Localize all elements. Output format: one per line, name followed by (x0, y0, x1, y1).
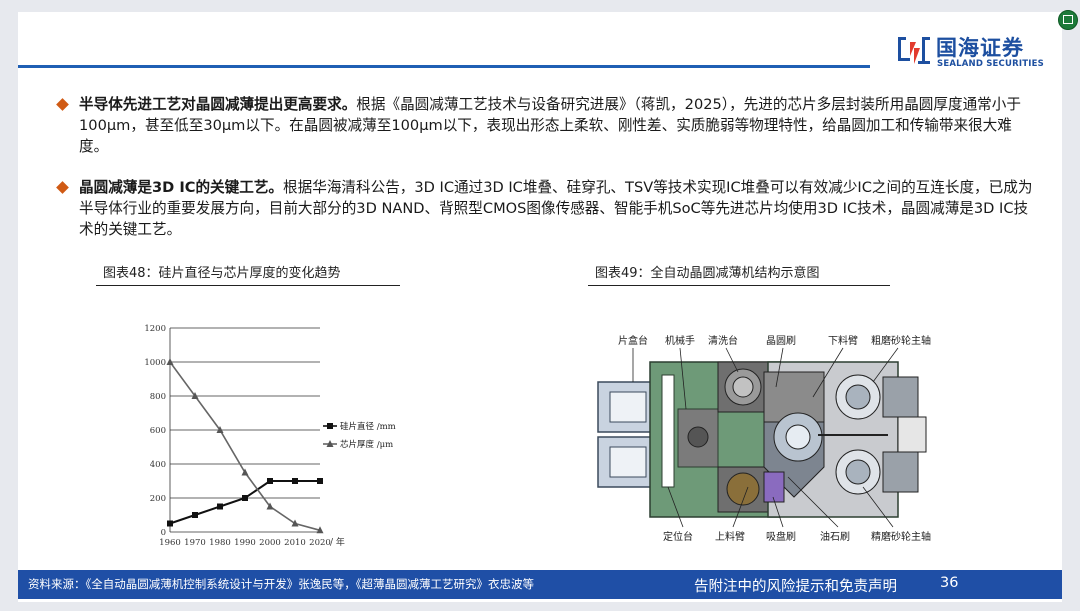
logo-name-cn: 国海证券 (936, 36, 1024, 60)
label-cleaning-stage: 清洗台 (708, 334, 738, 347)
logo-name-en: SEALAND SECURITIES (937, 59, 1044, 69)
legend-label: 硅片直径 /mm (340, 421, 396, 432)
x-tick-label: 1980 (209, 538, 231, 547)
y-tick-label: 200 (150, 494, 166, 504)
x-tick-label: 2000 (259, 538, 281, 547)
footer-bar: 资料来源：《全自动晶圆减薄机控制系统设计与开发》张逸民等，《超薄晶圆减薄工艺研究… (18, 570, 1062, 599)
figure49-title: 图表49：全自动晶圆减薄机结构示意图 (595, 266, 820, 281)
y-tick-label: 1000 (144, 358, 166, 368)
data-point-wafer-diameter (267, 478, 273, 484)
footer-disclaimer: 告附注中的风险提示和免责声明 (694, 579, 897, 595)
data-point-chip-thickness (291, 519, 299, 527)
machine-body (597, 361, 927, 518)
header-rule (18, 65, 870, 68)
data-point-chip-thickness (166, 358, 174, 365)
y-tick-label: 400 (150, 460, 166, 470)
footer-source: 资料来源：《全自动晶圆减薄机控制系统设计与开发》张逸民等，《超薄晶圆减薄工艺研究… (28, 577, 534, 591)
legend-marker-square (327, 423, 333, 429)
data-point-wafer-diameter (217, 503, 223, 510)
side-app-icon[interactable] (1058, 10, 1078, 30)
legend-label: 芯片厚度 /μm (340, 439, 393, 450)
label-robot-arm: 机械手 (665, 334, 695, 347)
x-axis-unit-label: / 年 (330, 536, 345, 547)
bullet-2-heading: 晶圆减薄是3D IC的关键工艺。 (79, 179, 284, 196)
label-chuck-brush: 吸盘刷 (766, 530, 796, 543)
data-point-wafer-diameter (192, 512, 198, 518)
figure49-rule (588, 285, 890, 286)
label-fine-spindle: 精磨砂轮主轴 (871, 530, 931, 543)
page-number: 36 (940, 575, 959, 591)
thinning-machine-diagram: 片盒台 机械手 清洗台 晶圆刷 下料臂 粗磨砂轮主轴 定位台 上料臂 吸盘刷 油… (597, 334, 931, 543)
label-cassette-stage: 片盒台 (618, 334, 648, 347)
figure48-title: 图表48：硅片直径与芯片厚度的变化趋势 (103, 266, 341, 281)
label-coarse-spindle: 粗磨砂轮主轴 (871, 334, 931, 347)
bullet-1: 半导体先进工艺对晶圆减薄提出更高要求。根据《晶圆减薄工艺技术与设备研究进展》（蒋… (56, 94, 1033, 157)
label-alignment-stage: 定位台 (663, 530, 693, 543)
label-oilstone-brush: 油石刷 (820, 530, 850, 543)
slide: 国海证券 SEALAND SECURITIES 半导体先进工艺对晶圆减薄提出更高… (18, 12, 1062, 602)
sealand-logo: 国海证券 SEALAND SECURITIES (892, 32, 1052, 72)
x-tick-label: 1990 (234, 538, 256, 547)
x-tick-label: 2010 (284, 538, 306, 547)
y-tick-label: 800 (150, 392, 166, 402)
logo-mark-icon (898, 37, 930, 64)
bullet-diamond-icon (56, 181, 69, 194)
bullet-2: 晶圆减薄是3D IC的关键工艺。根据华海清科公告，3D IC通过3D IC堆叠、… (56, 177, 1033, 240)
data-point-wafer-diameter (292, 478, 298, 484)
x-tick-label: 1970 (184, 538, 206, 547)
data-point-wafer-diameter (242, 495, 248, 501)
trend-chart: 0 200 400 600 800 1000 1200 1960 1970 1980 1990 200… (144, 324, 396, 547)
y-tick-label: 0 (161, 528, 166, 538)
label-wafer-brush: 晶圆刷 (766, 335, 796, 347)
label-load-arm: 上料臂 (715, 530, 745, 543)
data-point-wafer-diameter (317, 478, 323, 484)
label-unload-arm: 下料臂 (828, 334, 858, 347)
x-tick-label: 1960 (159, 538, 181, 547)
y-tick-label: 1200 (144, 324, 166, 334)
data-point-wafer-diameter (167, 520, 173, 527)
figure48-rule (96, 285, 400, 286)
series-line-chip-thickness (169, 361, 321, 532)
x-tick-label: 2020 (309, 538, 331, 547)
bullet-diamond-icon (56, 98, 69, 111)
bullet-1-heading: 半导体先进工艺对晶圆减薄提出更高要求。 (79, 96, 357, 113)
y-tick-label: 600 (150, 426, 166, 436)
